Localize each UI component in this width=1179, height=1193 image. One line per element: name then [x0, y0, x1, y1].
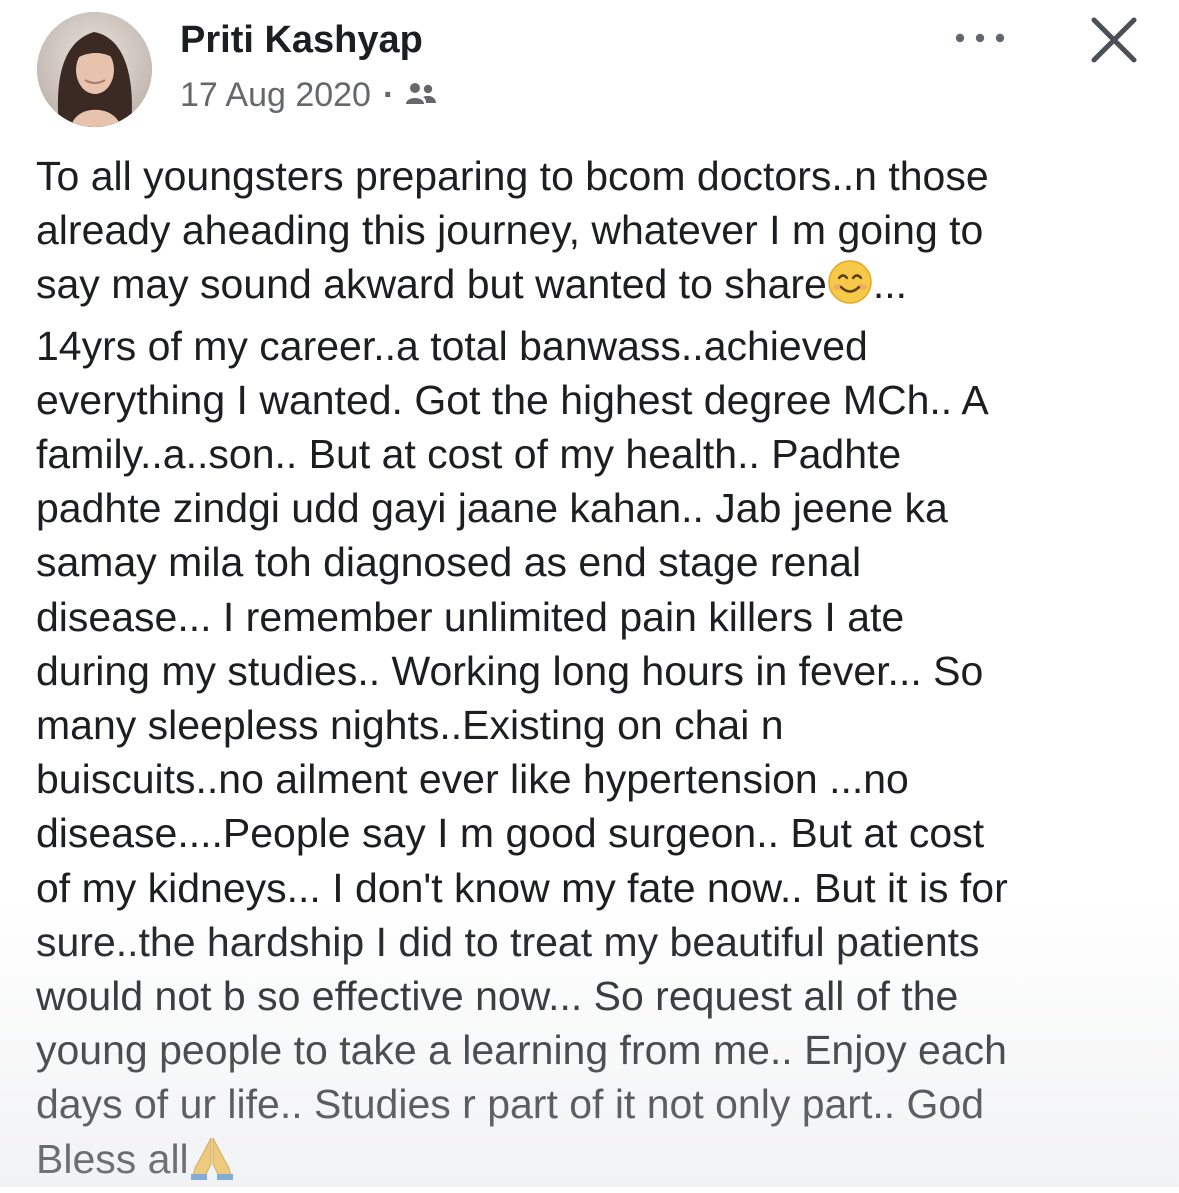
body-line-text: Bless all: [36, 1135, 189, 1182]
post-date[interactable]: 17 Aug 2020: [180, 76, 371, 115]
body-line: padhte zindgi udd gayi jaane kahan.. Jab…: [36, 485, 948, 532]
more-options-icon[interactable]: [950, 26, 1010, 50]
author-name[interactable]: Priti Kashyap: [180, 16, 423, 64]
close-icon[interactable]: [1088, 14, 1140, 66]
smiling-face-emoji: [827, 259, 873, 318]
body-line: To all youngsters preparing to bcom doct…: [36, 153, 989, 199]
post-body: To all youngsters preparing to bcom doct…: [36, 149, 1156, 1193]
body-line: samay mila toh diagnosed as end stage re…: [36, 539, 862, 586]
body-line: many sleepless nights..Existing on chai …: [36, 702, 784, 749]
folded-hands-emoji: [189, 1134, 235, 1193]
body-line: during my studies.. Working long hours i…: [36, 647, 984, 694]
body-line: buiscuits..no ailment ever like hyperten…: [36, 756, 909, 803]
body-line: 14yrs of my career..a total banwass..ach…: [36, 322, 868, 369]
body-line: would not b so effective now... So reque…: [36, 973, 959, 1020]
body-line: of my kidneys... I don't know my fate no…: [36, 864, 1008, 911]
body-line: family..a..son.. But at cost of my healt…: [36, 431, 902, 478]
body-line: say may sound akward but wanted to share…: [36, 257, 1156, 318]
body-line-text: say may sound akward but wanted to share: [36, 261, 827, 308]
meta-separator: ·: [382, 75, 395, 114]
body-line: already aheading this journey, whatever …: [36, 207, 984, 254]
avatar-photo: [37, 12, 152, 127]
friends-icon[interactable]: [404, 80, 438, 110]
post-meta: 17 Aug 2020 ·: [180, 73, 438, 117]
body-line: disease... I remember unlimited pain kil…: [36, 593, 905, 640]
body-line-ellipsis: ...: [872, 261, 908, 308]
body-line: sure..the hardship I did to treat my bea…: [36, 918, 980, 965]
avatar[interactable]: [37, 12, 152, 127]
body-line: disease....People say I m good surgeon..…: [36, 810, 985, 857]
facebook-post: Priti Kashyap 17 Aug 2020 · To all young…: [0, 0, 1179, 1187]
body-line: everything I wanted. Got the highest deg…: [36, 376, 989, 423]
body-line: days of ur life.. Studies r part of it n…: [36, 1081, 985, 1128]
body-line: young people to take a learning from me.…: [36, 1027, 1007, 1074]
body-line: Bless all: [36, 1132, 1156, 1193]
